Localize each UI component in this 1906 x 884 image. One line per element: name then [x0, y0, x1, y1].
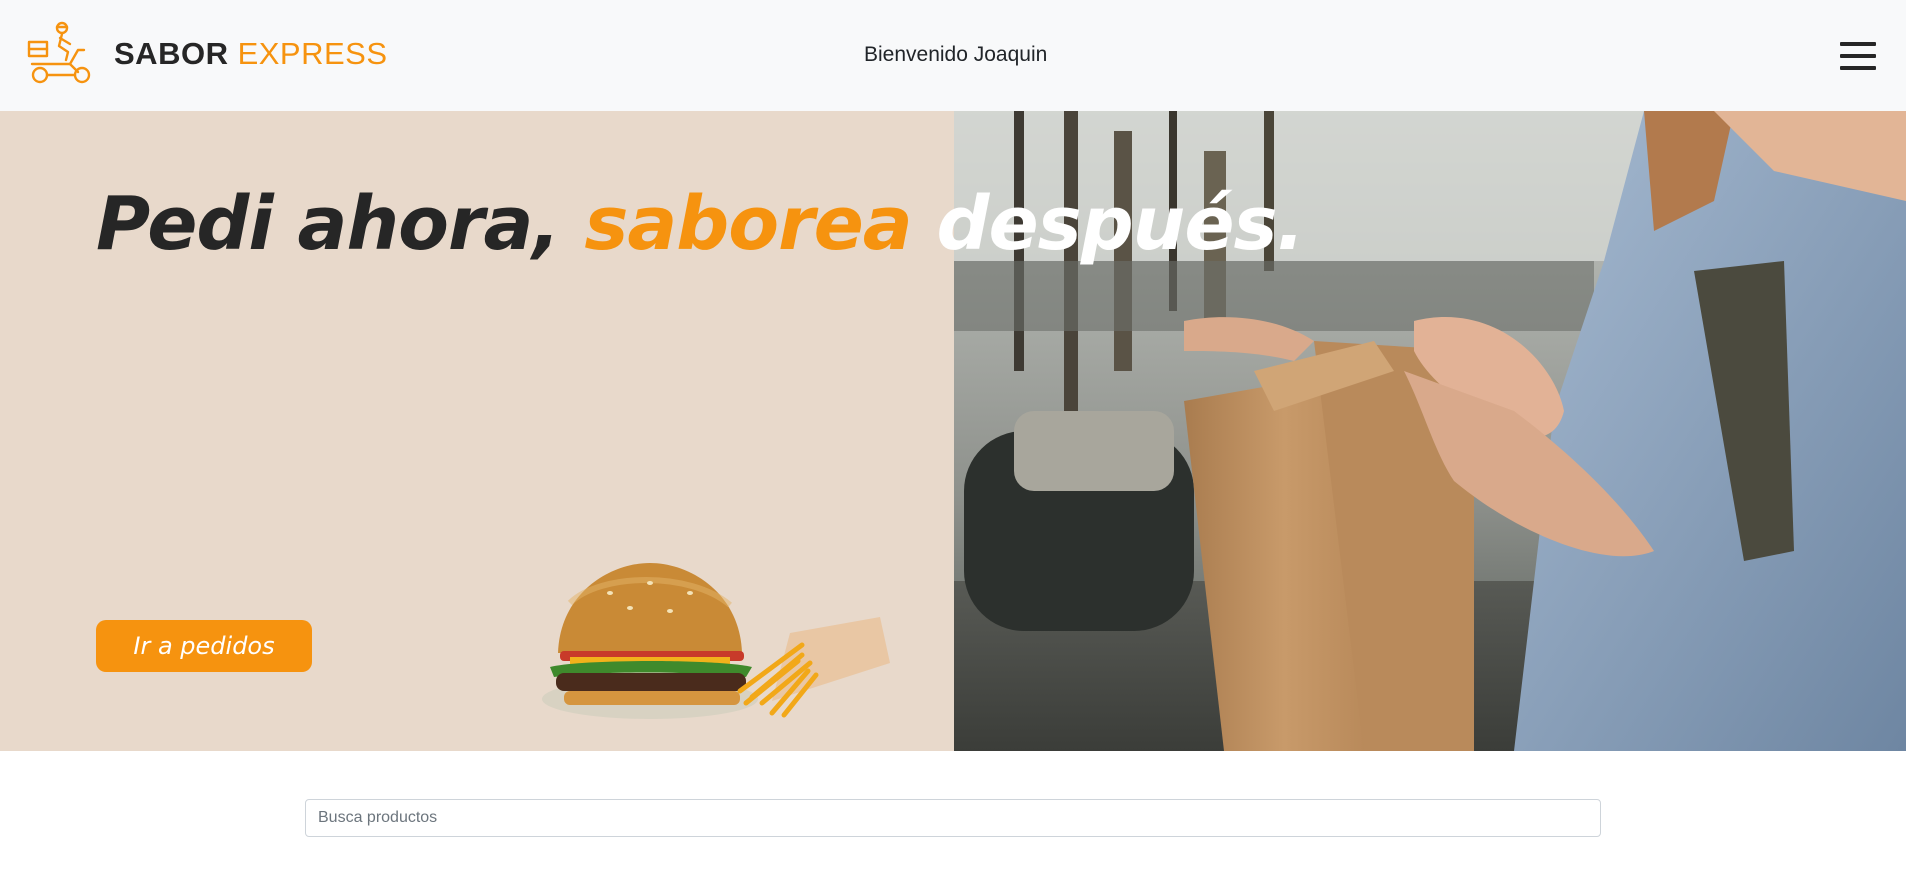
- hero-headline: Pedi ahora, saborea después.: [96, 178, 1305, 271]
- brand-name-secondary: EXPRESS: [237, 36, 388, 71]
- go-to-orders-button[interactable]: Ir a pedidos: [96, 620, 312, 672]
- delivery-scooter-icon: [27, 21, 91, 84]
- hero-banner: Pedi ahora, saborea después. Ir a pedido…: [0, 111, 1906, 751]
- brand-link[interactable]: SABOR EXPRESS: [26, 20, 388, 88]
- search-bar: [305, 799, 1601, 837]
- search-input[interactable]: [305, 799, 1601, 837]
- headline-part-3: después.: [936, 181, 1305, 267]
- brand-name-primary: SABOR: [114, 36, 229, 71]
- hamburger-menu-icon[interactable]: [1840, 42, 1876, 70]
- headline-part-1: Pedi ahora,: [96, 181, 561, 267]
- brand-name: SABOR EXPRESS: [114, 36, 388, 72]
- headline-part-2: saborea: [584, 181, 912, 267]
- navbar: SABOR EXPRESS Bienvenido Joaquin: [0, 0, 1906, 111]
- welcome-message: Bienvenido Joaquin: [864, 43, 1048, 66]
- burger-and-fries-image: [542, 563, 890, 719]
